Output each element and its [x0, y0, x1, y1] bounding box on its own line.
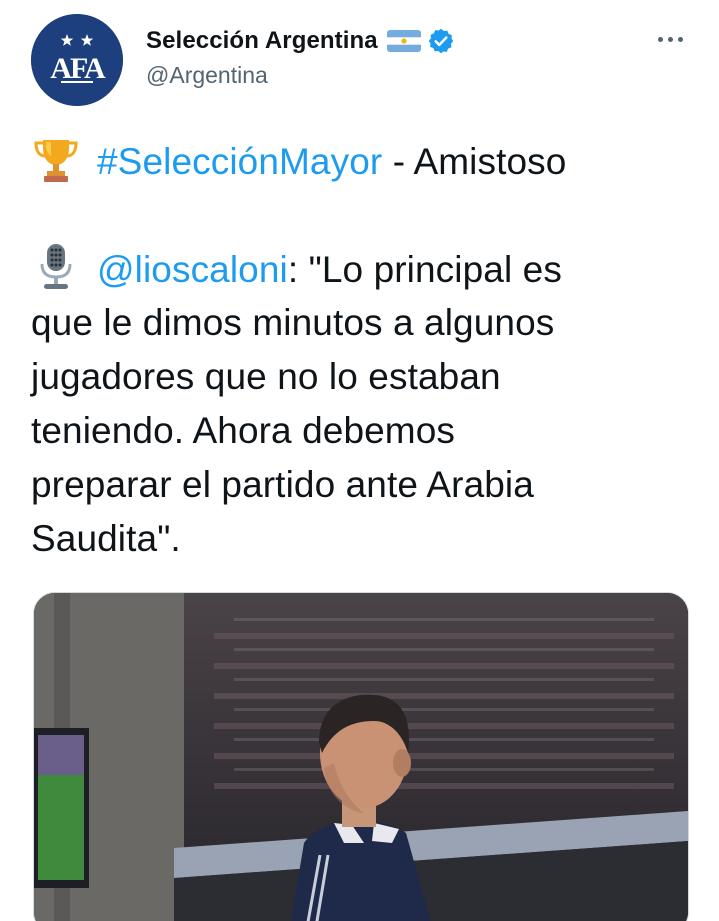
tweet-text-segment: - Amistoso	[382, 141, 567, 182]
dot-icon	[677, 36, 683, 42]
dot-icon	[667, 36, 673, 42]
afa-logo-text: AFA	[50, 52, 106, 85]
author-handle[interactable]: @Argentina	[146, 62, 268, 89]
tweet-text: #SelecciónMayor - Amistoso @lioscaloni: …	[31, 134, 701, 566]
tweet-media-photo[interactable]	[33, 592, 689, 921]
tweet-line-2: @lioscaloni: "Lo principal es	[31, 242, 701, 296]
trophy-icon	[31, 134, 81, 184]
avatar[interactable]: AFA	[31, 14, 123, 106]
author-name-row: Selección Argentina	[146, 26, 455, 56]
tweet-card: AFA Selección Argentina @Argentina #Sele…	[0, 0, 719, 921]
tweet-line-4: jugadores que no lo estaban	[31, 356, 501, 397]
tweet-line-3: que le dimos minutos a algunos	[31, 302, 555, 343]
hashtag-link[interactable]: #SelecciónMayor	[97, 141, 382, 182]
tweet-line-7: Saudita".	[31, 518, 181, 559]
tweet-line-1: #SelecciónMayor - Amistoso	[31, 134, 701, 188]
argentina-flag-icon	[386, 30, 421, 52]
tweet-line-6: preparar el partido ante Arabia	[31, 464, 534, 505]
author-display-name[interactable]: Selección Argentina	[146, 27, 378, 55]
afa-logo-icon: AFA	[31, 14, 123, 106]
more-options-icon[interactable]	[652, 26, 688, 52]
verified-badge-icon	[427, 27, 455, 55]
microphone-icon	[31, 242, 81, 292]
tweet-line-5: teniendo. Ahora debemos	[31, 410, 456, 451]
mention-link[interactable]: @lioscaloni	[97, 249, 288, 290]
coach-photo	[34, 593, 688, 921]
tweet-text-segment: : "Lo principal es	[287, 249, 562, 290]
dot-icon	[657, 36, 663, 42]
